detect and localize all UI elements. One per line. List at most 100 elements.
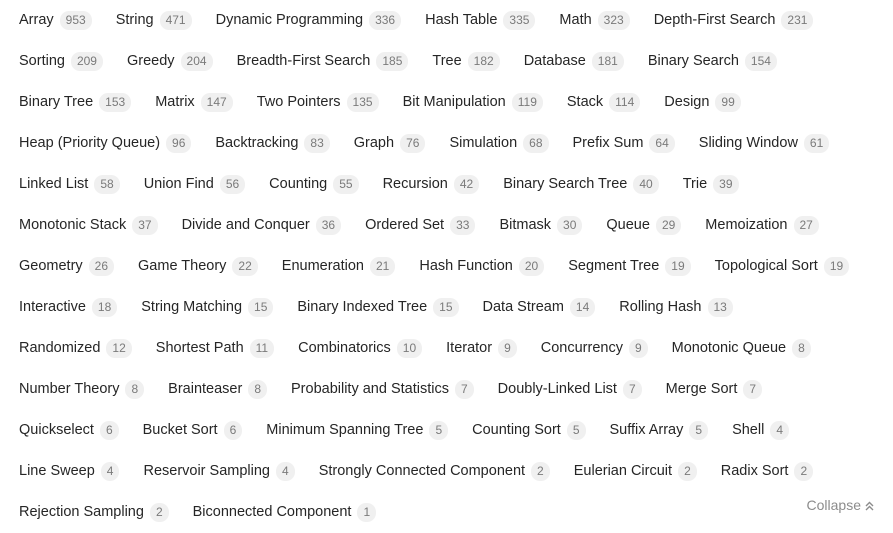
topic-tag[interactable]: Heap (Priority Queue) 96 (11, 123, 199, 164)
topic-tag[interactable]: Reservoir Sampling 4 (135, 451, 302, 492)
topic-tag[interactable]: Two Pointers 135 (249, 82, 387, 123)
topic-tag[interactable]: Data Stream 14 (475, 287, 604, 328)
topic-tag[interactable]: Bit Manipulation 119 (395, 82, 551, 123)
topic-tag[interactable]: Geometry 26 (11, 246, 122, 287)
topic-tag[interactable]: Simulation 68 (441, 123, 556, 164)
topic-tag[interactable]: String Matching 15 (133, 287, 281, 328)
topic-tag-count: 15 (248, 298, 274, 317)
topic-tag-count: 135 (346, 93, 379, 112)
topic-tag[interactable]: Counting 55 (261, 164, 366, 205)
topic-tag[interactable]: Segment Tree 19 (560, 246, 698, 287)
topic-tag-count: 27 (793, 216, 819, 235)
topic-tag[interactable]: Graph 76 (346, 123, 434, 164)
topic-tag-label: Memoization (705, 217, 788, 234)
topic-tag-count: 39 (713, 175, 739, 194)
topic-tag[interactable]: Depth-First Search 231 (646, 0, 822, 41)
topic-tag[interactable]: Prefix Sum 64 (565, 123, 683, 164)
topic-tag[interactable]: Brainteaser 8 (160, 369, 275, 410)
topic-tag-label: Two Pointers (256, 94, 341, 111)
topic-tag[interactable]: Recursion 42 (375, 164, 488, 205)
topic-tag[interactable]: Hash Table 335 (417, 0, 543, 41)
topic-tag[interactable]: Math 323 (551, 0, 637, 41)
topic-tag[interactable]: Minimum Spanning Tree 5 (258, 410, 456, 451)
topic-tag[interactable]: Design 99 (656, 82, 749, 123)
topic-tag[interactable]: Binary Search 154 (640, 41, 785, 82)
topic-tag[interactable]: Bucket Sort 6 (135, 410, 251, 451)
topic-tag[interactable]: Divide and Conquer 36 (174, 205, 350, 246)
topic-tag-label: Depth-First Search (653, 12, 776, 29)
topic-tag[interactable]: Hash Function 20 (411, 246, 552, 287)
topic-tag-count: 11 (249, 339, 275, 358)
topic-tag[interactable]: Eulerian Circuit 2 (566, 451, 705, 492)
topic-tag-count: 953 (59, 11, 92, 30)
topic-tag[interactable]: Combinatorics 10 (290, 328, 430, 369)
topic-tag[interactable]: Sliding Window 61 (691, 123, 838, 164)
topic-tag-count: 33 (450, 216, 476, 235)
topic-tag[interactable]: Line Sweep 4 (11, 451, 127, 492)
topic-tag-count: 30 (557, 216, 583, 235)
topic-tag[interactable]: Database 181 (516, 41, 632, 82)
collapse-button[interactable]: Collapse (807, 497, 874, 513)
topic-tag[interactable]: Concurrency 9 (533, 328, 656, 369)
topic-tag[interactable]: Binary Indexed Tree 15 (289, 287, 466, 328)
topic-tag-count: 76 (400, 134, 426, 153)
topic-tag[interactable]: Shell 4 (724, 410, 797, 451)
topic-tag[interactable]: Union Find 56 (136, 164, 253, 205)
topic-tag[interactable]: Quickselect 6 (11, 410, 127, 451)
topic-tag-label: Brainteaser (168, 381, 243, 398)
topic-tag[interactable]: Ordered Set 33 (357, 205, 483, 246)
topic-tag[interactable]: Shortest Path 11 (148, 328, 282, 369)
topic-tag[interactable]: Bitmask 30 (491, 205, 590, 246)
topic-tag[interactable]: Array 953 (11, 0, 100, 41)
topic-tag-count: 37 (132, 216, 158, 235)
topic-tag[interactable]: String 471 (108, 0, 200, 41)
topic-tag[interactable]: Matrix 147 (147, 82, 241, 123)
topic-tag[interactable]: Stack 114 (559, 82, 648, 123)
topic-tag[interactable]: Counting Sort 5 (464, 410, 593, 451)
topic-tag[interactable]: Binary Search Tree 40 (495, 164, 666, 205)
topic-tag[interactable]: Memoization 27 (697, 205, 827, 246)
topic-tag[interactable]: Doubly-Linked List 7 (490, 369, 650, 410)
topic-tag[interactable]: Strongly Connected Component 2 (311, 451, 558, 492)
topic-tag-label: Tree (432, 53, 462, 70)
topic-tag-count: 26 (88, 257, 115, 276)
topic-tag-label: Simulation (449, 135, 518, 152)
topic-tag[interactable]: Game Theory 22 (130, 246, 266, 287)
topic-tag[interactable]: Binary Tree 153 (11, 82, 139, 123)
topic-tag[interactable]: Merge Sort 7 (658, 369, 770, 410)
topic-tag[interactable]: Rolling Hash 13 (611, 287, 741, 328)
topic-tag[interactable]: Iterator 9 (438, 328, 525, 369)
topic-tag[interactable]: Dynamic Programming 336 (208, 0, 410, 41)
topic-tag[interactable]: Monotonic Queue 8 (664, 328, 819, 369)
topic-tag[interactable]: Trie 39 (675, 164, 747, 205)
topic-tag-count: 182 (467, 52, 500, 71)
topic-tag[interactable]: Biconnected Component 1 (185, 492, 385, 533)
topic-tag[interactable]: Rejection Sampling 2 (11, 492, 177, 533)
topic-tag-label: Eulerian Circuit (573, 463, 673, 480)
topic-tag[interactable]: Backtracking 83 (207, 123, 337, 164)
topic-tag-count: 4 (100, 462, 120, 481)
topic-tag[interactable]: Linked List 58 (11, 164, 128, 205)
topic-tag[interactable]: Topological Sort 19 (707, 246, 858, 287)
topic-tag[interactable]: Randomized 12 (11, 328, 140, 369)
topic-tag[interactable]: Enumeration 21 (274, 246, 404, 287)
topic-tag-count: 204 (180, 52, 213, 71)
topic-tag-label: Matrix (155, 94, 195, 111)
topic-tag-label: Binary Indexed Tree (297, 299, 428, 316)
topic-tag[interactable]: Breadth-First Search 185 (229, 41, 417, 82)
topic-tag[interactable]: Suffix Array 5 (602, 410, 717, 451)
topic-tag[interactable]: Tree 182 (424, 41, 507, 82)
topic-tag-count: 55 (333, 175, 359, 194)
topic-tag[interactable]: Monotonic Stack 37 (11, 205, 166, 246)
topic-tag-label: Reservoir Sampling (143, 463, 270, 480)
topic-tag-label: Math (559, 12, 592, 29)
topic-tag[interactable]: Number Theory 8 (11, 369, 152, 410)
topic-tag[interactable]: Interactive 18 (11, 287, 125, 328)
topic-tag-count: 1 (357, 503, 377, 522)
topic-tag-label: Minimum Spanning Tree (266, 422, 424, 439)
topic-tag[interactable]: Greedy 204 (119, 41, 221, 82)
topic-tag[interactable]: Probability and Statistics 7 (283, 369, 482, 410)
topic-tag[interactable]: Queue 29 (598, 205, 689, 246)
topic-tag[interactable]: Radix Sort 2 (713, 451, 821, 492)
topic-tag[interactable]: Sorting 209 (11, 41, 111, 82)
